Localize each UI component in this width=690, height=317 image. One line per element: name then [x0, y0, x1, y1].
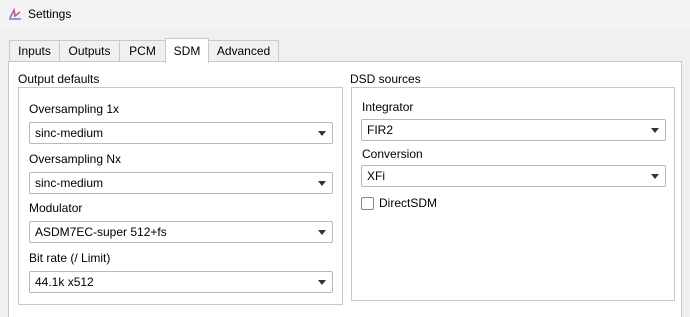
bit-rate-value: 44.1k x512	[35, 275, 94, 289]
tab-advanced[interactable]: Advanced	[208, 40, 279, 62]
chevron-down-icon	[318, 280, 326, 285]
sdm-tab-page: Output defaults Oversampling 1x sinc-med…	[8, 61, 682, 317]
bit-rate-label: Bit rate (/ Limit)	[29, 251, 111, 265]
chevron-down-icon	[651, 174, 659, 179]
conversion-label: Conversion	[362, 147, 423, 161]
conversion-select[interactable]: XFi	[361, 165, 666, 187]
tab-inputs[interactable]: Inputs	[9, 40, 60, 62]
chevron-down-icon	[318, 181, 326, 186]
window-title: Settings	[28, 7, 72, 21]
tab-outputs[interactable]: Outputs	[59, 40, 120, 62]
oversampling-nx-select[interactable]: sinc-medium	[29, 172, 333, 194]
output-defaults-group: Oversampling 1x sinc-medium Oversampling…	[18, 87, 343, 305]
dsd-sources-title: DSD sources	[350, 72, 421, 86]
oversampling-nx-label: Oversampling Nx	[29, 152, 122, 166]
chevron-down-icon	[651, 128, 659, 133]
modulator-select[interactable]: ASDM7EC-super 512+fs	[29, 221, 333, 243]
chevron-down-icon	[318, 230, 326, 235]
tab-pcm[interactable]: PCM	[119, 40, 166, 62]
tab-sdm[interactable]: SDM	[165, 38, 209, 63]
oversampling-1x-value: sinc-medium	[35, 126, 104, 140]
chevron-down-icon	[318, 131, 326, 136]
modulator-value: ASDM7EC-super 512+fs	[35, 225, 167, 239]
integrator-value: FIR2	[367, 123, 394, 137]
tab-bar: Inputs Outputs PCM SDM Advanced	[0, 38, 690, 63]
conversion-value: XFi	[367, 169, 385, 183]
direct-sdm-checkbox[interactable]	[361, 197, 374, 210]
integrator-label: Integrator	[362, 100, 414, 114]
dsd-sources-group: Integrator FIR2 Conversion XFi DirectSDM	[351, 87, 675, 301]
direct-sdm-label: DirectSDM	[379, 196, 438, 210]
integrator-select[interactable]: FIR2	[361, 119, 666, 141]
oversampling-1x-select[interactable]: sinc-medium	[29, 122, 333, 144]
output-defaults-title: Output defaults	[18, 72, 100, 86]
oversampling-nx-value: sinc-medium	[35, 176, 104, 190]
bit-rate-select[interactable]: 44.1k x512	[29, 271, 333, 293]
oversampling-1x-label: Oversampling 1x	[29, 102, 120, 116]
modulator-label: Modulator	[29, 201, 83, 215]
title-bar: Settings	[0, 0, 690, 30]
app-icon	[9, 7, 21, 20]
